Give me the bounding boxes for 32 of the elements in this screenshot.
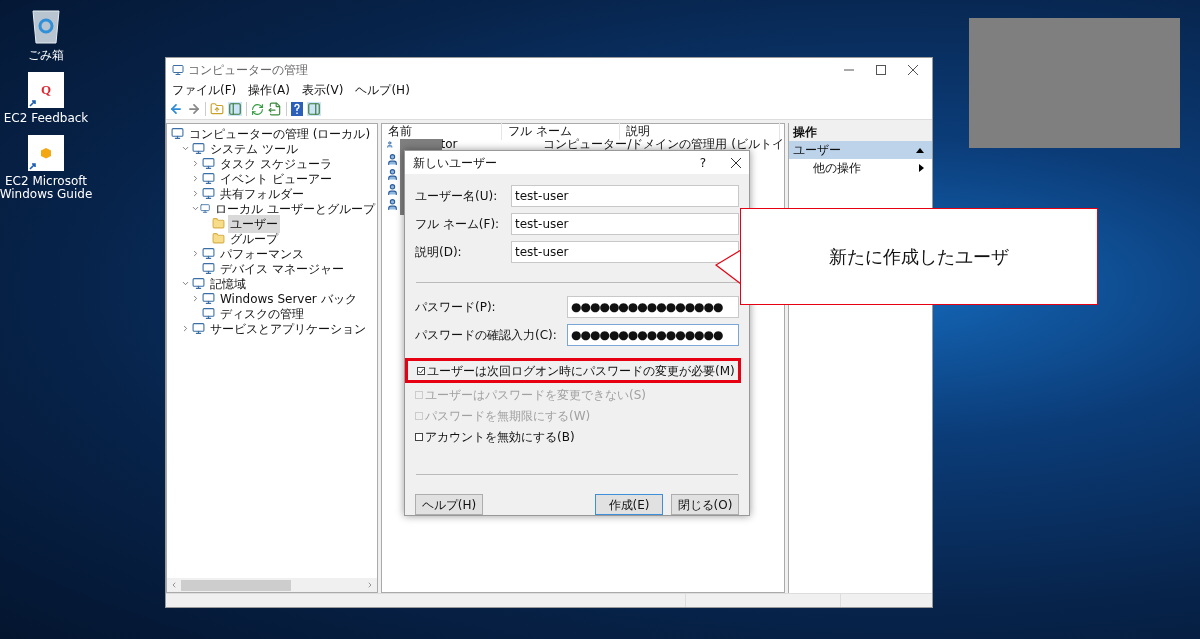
dialog-button[interactable]: 作成(E) <box>595 494 663 515</box>
desktop-icon-label[interactable]: EC2 Microsoft Windows Guide <box>0 175 94 201</box>
menu-item[interactable]: 操作(A) <box>248 81 290 99</box>
menu-item[interactable]: ファイル(F) <box>172 81 237 99</box>
table-cell: コンピューター/ドメインの管理用 (ビルトイ <box>543 138 784 150</box>
dialog-button[interactable]: ヘルプ(H) <box>415 494 483 515</box>
table-cell-text: tor <box>440 138 459 150</box>
callout: 新たに作成したユーザ <box>740 208 1098 305</box>
input-field[interactable]: test-user <box>511 185 739 207</box>
checkbox-row[interactable]: アカウントを無効にする(B) <box>405 429 579 444</box>
action-item[interactable]: 他の操作 <box>789 159 932 177</box>
tree-item[interactable]: ユーザー <box>228 214 280 233</box>
window-title: コンピューターの管理 <box>188 61 308 79</box>
desktop-icon-label[interactable]: EC2 Feedback <box>3 112 89 125</box>
dialog-button[interactable]: 閉じる(O) <box>671 494 739 515</box>
actions-header: 操作 <box>789 123 932 141</box>
action-item[interactable]: ユーザー <box>789 141 932 159</box>
field-label: フル ネーム(F): <box>415 216 501 233</box>
checkbox-row[interactable]: ユーザーは次回ログオン時にパスワードの変更が必要(M) <box>407 360 739 381</box>
help-button[interactable]: ? <box>699 153 706 172</box>
field-label: 説明(D): <box>415 244 463 261</box>
field-label: パスワードの確認入力(C): <box>415 327 558 344</box>
input-field[interactable]: test-user <box>511 213 739 235</box>
field-label: パスワード(P): <box>415 299 497 316</box>
field-label: ユーザー名(U): <box>415 188 499 205</box>
dialog-title: 新しいユーザー <box>413 154 497 172</box>
password-field[interactable]: ●●●●●●●●●●●●●●●● <box>567 296 739 318</box>
menu-item[interactable]: ヘルプ(H) <box>355 81 410 99</box>
desktop-icon-label[interactable]: ごみ箱 <box>28 49 64 62</box>
password-field[interactable]: ●●●●●●●●●●●●●●●● <box>567 324 739 346</box>
shortcut-icon[interactable]: Q <box>28 72 64 108</box>
menu-item[interactable]: 表示(V) <box>301 81 344 99</box>
